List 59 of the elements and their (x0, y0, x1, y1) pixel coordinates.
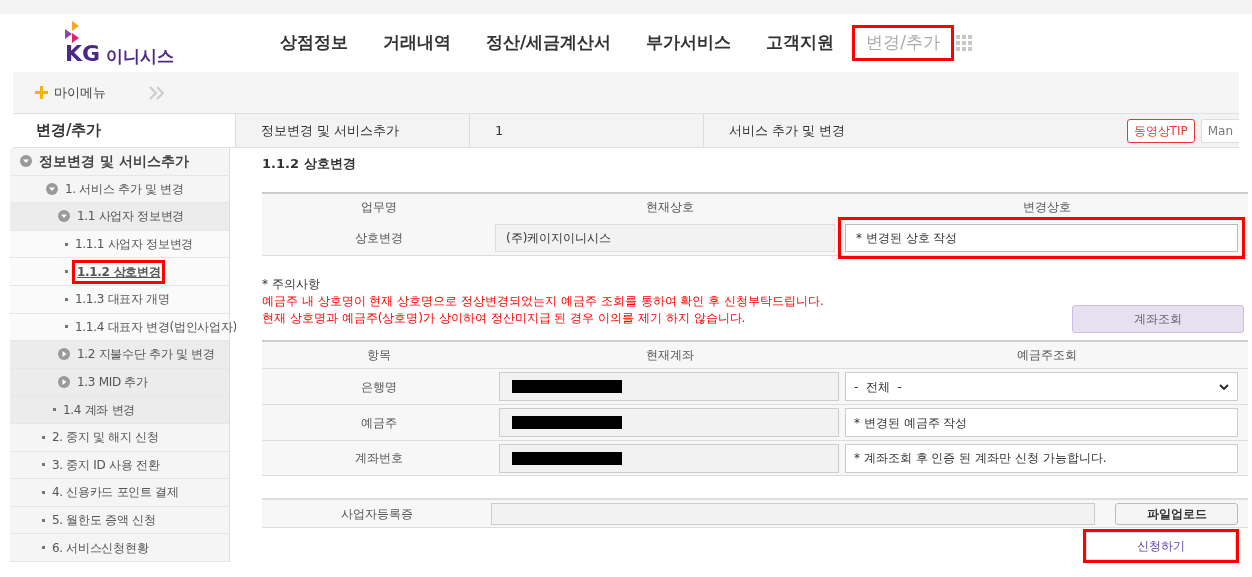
bank-select[interactable]: - 전체 - (845, 372, 1238, 401)
row-label: 사업자등록증 (339, 505, 414, 523)
logo-name: 이니시스 (106, 48, 175, 65)
column-header: 현재상호 (645, 199, 695, 216)
column-header: 항목 (365, 347, 392, 364)
grid-menu-icon[interactable] (955, 35, 972, 51)
bullet-icon (53, 408, 56, 412)
nav-tab[interactable]: 고객지원 (766, 30, 835, 56)
bullet-icon (42, 518, 45, 522)
breadcrumb-item[interactable]: 정보변경 및 서비스추가 (261, 120, 400, 141)
sidebar-item[interactable]: 6. 서비스신청현황 (52, 538, 149, 557)
sidebar-item[interactable]: 3. 중지 ID 사용 전환 (52, 455, 160, 474)
row-label: 은행명 (359, 378, 398, 396)
account-check-button[interactable]: 계좌조회 (1072, 305, 1244, 333)
notice-title: * 주의사항 (262, 276, 321, 293)
sidebar-item[interactable]: 4. 신용카드 포인트 결제 (52, 483, 179, 502)
chevron-down-icon (1219, 383, 1229, 390)
column-header: 현재계좌 (645, 347, 695, 364)
plus-icon (35, 86, 48, 99)
sidebar-item[interactable]: 정보변경 및 서비스추가 (39, 150, 189, 172)
bullet-icon (42, 546, 45, 550)
notice-text: 현재 상호명과 예금주(상호명)가 상이하여 정산미지급 된 경우 이의를 제기 하지 않습니다. (262, 310, 747, 327)
nav-tab[interactable]: 상점정보 (280, 30, 348, 56)
video-tip-button[interactable]: 동영상TIP (1126, 118, 1195, 143)
nav-tab[interactable]: 거래내역 (383, 30, 451, 56)
notice-text: 예금주 내 상호명이 현재 상호명으로 정상변경되었는지 예금주 조회를 통하여 확인 후 신청부탁드립니다. (262, 293, 824, 310)
nav-tab[interactable]: 정산/세금계산서 (486, 30, 612, 56)
text-input[interactable]: * 계좌조회 후 인증 된 계좌만 신청 가능합니다. (845, 443, 1238, 473)
text-input[interactable]: * 변경된 예금주 작성 (845, 408, 1238, 437)
breadcrumb-item[interactable]: 1 (495, 120, 504, 141)
row-label: 예금주 (359, 414, 398, 432)
page-title: 1.1.2 상호변경 (262, 155, 357, 173)
apply-button[interactable]: 신청하기 (1086, 532, 1236, 560)
bullet-icon (42, 490, 45, 494)
bullet-icon (65, 270, 68, 274)
bullet-icon (42, 435, 45, 439)
column-header: 업무명 (359, 199, 398, 216)
sidebar-item[interactable]: 1.1.4 대표자 변경(법인사업자) (75, 317, 237, 336)
manual-button[interactable]: Man (1200, 118, 1239, 143)
nav-tab[interactable]: 부가서비스 (646, 30, 732, 56)
row-label: 상호변경 (353, 229, 404, 247)
logo-mark: KG (65, 43, 101, 65)
new-name-input[interactable]: * 변경된 상호 작성 (845, 223, 1238, 252)
double-chevron-icon[interactable] (148, 84, 166, 101)
sidebar-item[interactable]: 2. 중지 및 해지 신청 (52, 428, 159, 447)
bullet-icon (65, 242, 68, 246)
sidebar-item[interactable]: 5. 월한도 증액 신청 (52, 511, 156, 529)
sidebar-item[interactable]: 1. 서비스 추가 및 변경 (65, 179, 184, 198)
bullet-icon (42, 463, 45, 467)
column-header: 예금주조회 (1015, 347, 1078, 364)
current-name-field: (주)케이지이니시스 (495, 223, 835, 252)
bullet-icon (65, 325, 68, 329)
section-title: 변경/추가 (13, 114, 235, 147)
bullet-icon (65, 297, 68, 301)
row-label: 계좌번호 (353, 450, 404, 467)
column-header: 변경상호 (1021, 199, 1072, 216)
my-menu-label[interactable]: 마이메뉴 (54, 82, 106, 103)
file-upload-button[interactable]: 파일업로드 (1115, 502, 1238, 525)
breadcrumb-item[interactable]: 서비스 추가 및 변경 (729, 120, 846, 141)
